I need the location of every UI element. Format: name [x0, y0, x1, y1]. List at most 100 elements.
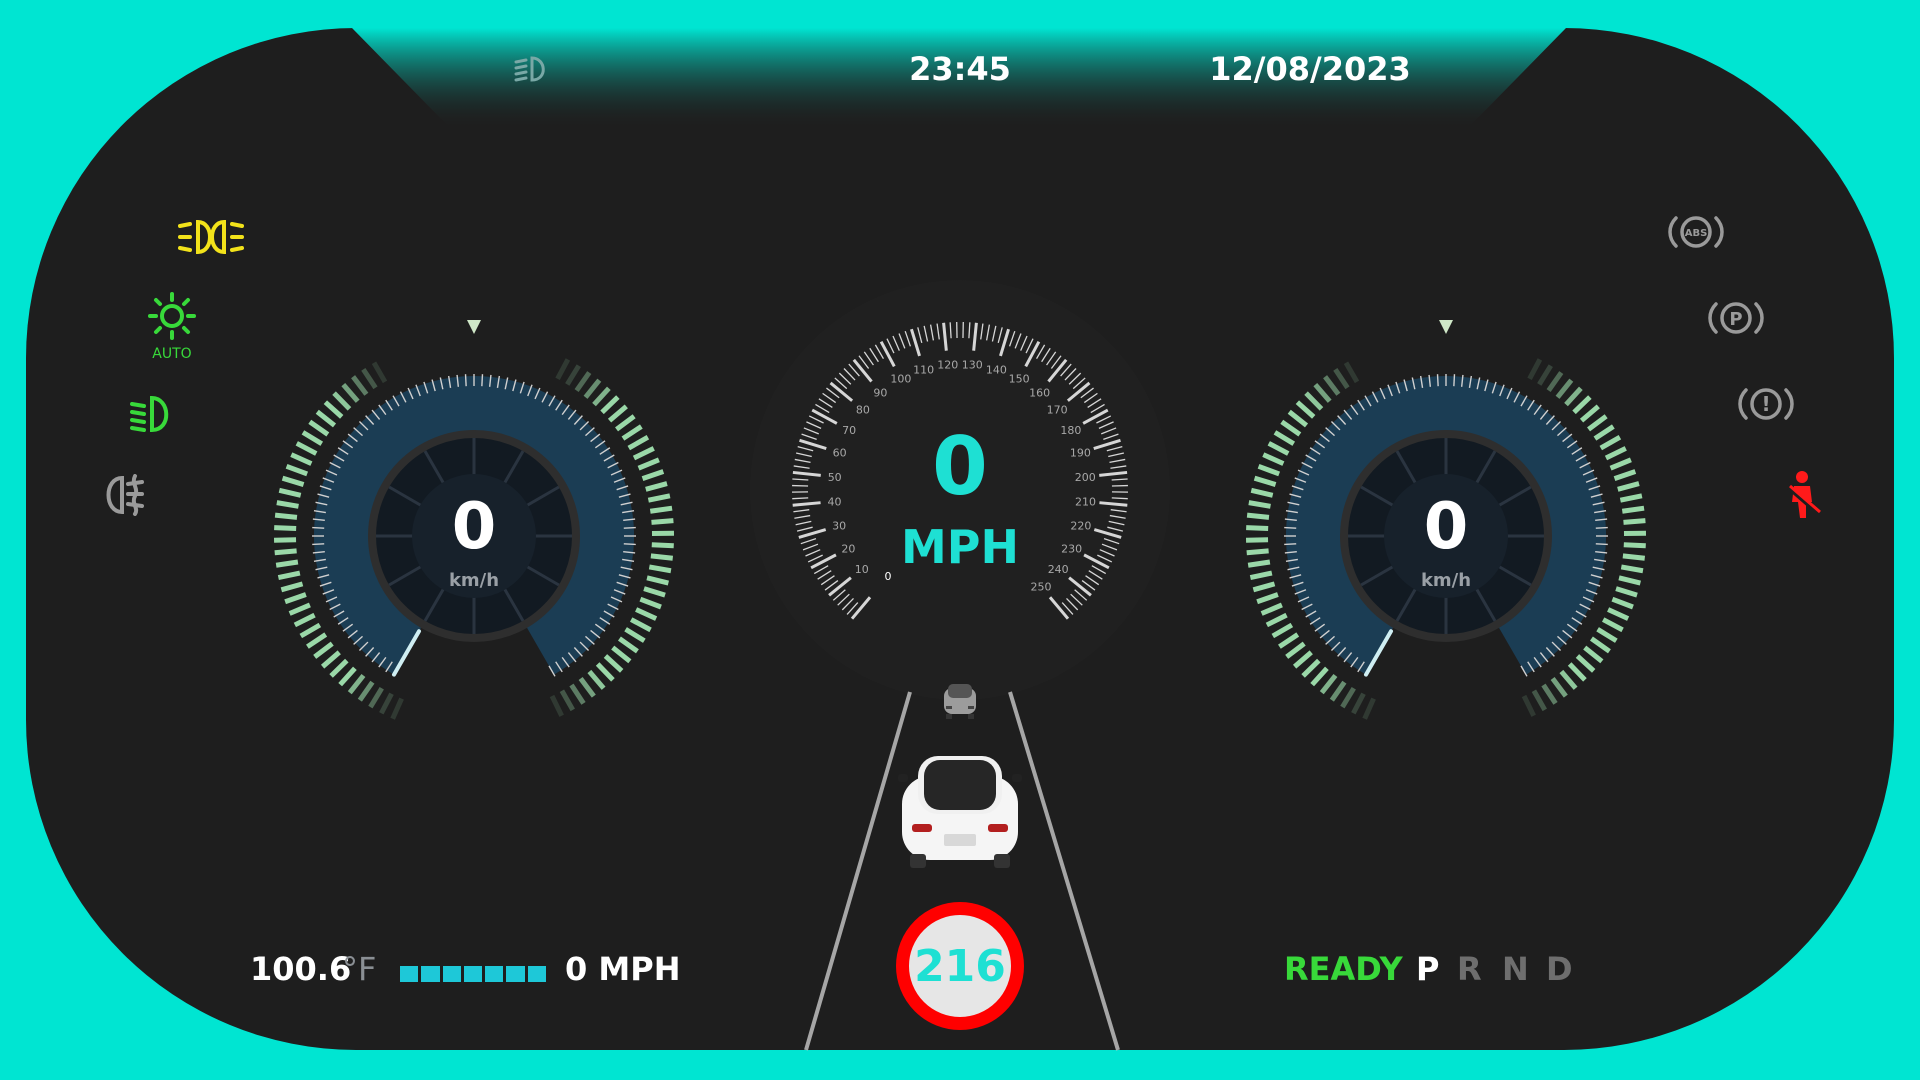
ring-tick [1260, 602, 1283, 616]
ring-tick [1615, 586, 1638, 598]
ring-tick [341, 382, 360, 403]
ring-tick [1593, 424, 1615, 441]
ring-tick [1604, 446, 1627, 461]
dial-label: 20 [841, 542, 855, 555]
ring-tick [368, 686, 384, 709]
ring-tick [277, 570, 301, 581]
ring-tick [555, 358, 571, 381]
ring-tick [1292, 650, 1313, 669]
ring-tick [1613, 469, 1637, 482]
dial-label: 250 [1030, 581, 1051, 594]
gear-neutral: N [1502, 950, 1529, 988]
ring-tick [357, 680, 375, 702]
ring-tick [288, 602, 311, 616]
ring-tick [1575, 654, 1596, 673]
ring-tick [1559, 669, 1578, 690]
ring-tick [278, 487, 302, 498]
ring-tick [1267, 441, 1290, 456]
ring-tick [1583, 645, 1604, 664]
dial-label: 120 [937, 359, 958, 372]
ring-tick [1252, 581, 1276, 593]
ring-tick [648, 564, 672, 574]
ring-tick [1351, 692, 1366, 715]
ring-tick [1609, 457, 1632, 471]
ring-tick [651, 542, 674, 549]
ring-tick [1531, 689, 1547, 712]
ring-tick [290, 452, 313, 466]
ring-tick [276, 500, 299, 509]
ring-tick [1247, 559, 1271, 568]
ring-tick [647, 493, 671, 503]
ring-tick [1596, 627, 1618, 643]
ring-tick [645, 481, 668, 492]
range-segment [442, 966, 461, 982]
ring-tick [637, 457, 660, 471]
ring-tick [1623, 542, 1646, 549]
ring-tick [600, 395, 620, 415]
ring-tick [615, 414, 636, 432]
ring-tick [1617, 481, 1640, 492]
ring-tick [1256, 592, 1279, 605]
dial-label: 150 [1009, 373, 1030, 386]
dial-label: 130 [962, 359, 983, 372]
fine-tick [312, 543, 325, 546]
ring-tick [603, 654, 624, 673]
right-gauge-unit: km/h [1420, 570, 1472, 591]
ring-tick [1273, 430, 1296, 446]
gear-reverse: R [1457, 950, 1482, 988]
ring-tick [1567, 662, 1587, 682]
ring-tick [1280, 419, 1302, 437]
ring-tick [635, 607, 658, 621]
fine-tick [1436, 374, 1439, 387]
ring-tick [607, 404, 628, 423]
ego-car-icon [898, 754, 1022, 876]
ring-tick [632, 446, 655, 461]
ring-tick [595, 662, 615, 682]
ring-tick [379, 692, 394, 715]
dial-label: 220 [1070, 520, 1091, 533]
outside-temperature: 100.6 [250, 950, 352, 988]
ring-tick [559, 689, 575, 712]
dial-label: 60 [833, 447, 847, 460]
ring-tick [643, 586, 666, 598]
ring-tick [1564, 386, 1583, 407]
left-gauge-value: 0 [451, 490, 497, 564]
top-marker [467, 320, 481, 334]
ring-tick [347, 673, 366, 695]
ring-tick [569, 683, 586, 705]
ring-tick [1550, 677, 1568, 698]
ring-tick [1253, 475, 1277, 487]
ring-tick [274, 548, 297, 556]
ring-tick [1619, 493, 1643, 503]
temperature-unit: °F [342, 950, 377, 988]
ring-tick [624, 627, 646, 643]
ring-tick [629, 617, 652, 633]
ring-tick [284, 592, 307, 605]
lane-line-right [1008, 691, 1120, 1051]
ring-tick [281, 475, 305, 487]
ring-tick [1250, 487, 1274, 498]
ring-tick [280, 581, 304, 593]
dial-label: 70 [842, 424, 856, 437]
range-segment [421, 966, 440, 982]
ring-tick [275, 559, 299, 568]
fine-tick [1595, 526, 1608, 529]
ring-tick [1278, 632, 1300, 649]
ring-tick [1622, 553, 1646, 561]
ring-tick [1555, 378, 1574, 399]
ring-tick [649, 505, 673, 514]
ring-tick [1313, 382, 1332, 403]
speed-readout: 0 MPH [565, 950, 681, 988]
dial-label: 160 [1029, 386, 1050, 399]
dial-label: 200 [1075, 471, 1096, 484]
ring-tick [1620, 564, 1644, 574]
ring-tick [285, 463, 309, 477]
ring-tick [1546, 371, 1564, 392]
ring-tick [1618, 575, 1641, 586]
dial-label: 140 [986, 363, 1007, 376]
dial-label: 40 [828, 495, 842, 508]
speed-unit: MPH [901, 520, 1019, 574]
ring-tick [293, 612, 316, 628]
fine-tick [623, 543, 636, 546]
ring-tick [549, 694, 564, 717]
